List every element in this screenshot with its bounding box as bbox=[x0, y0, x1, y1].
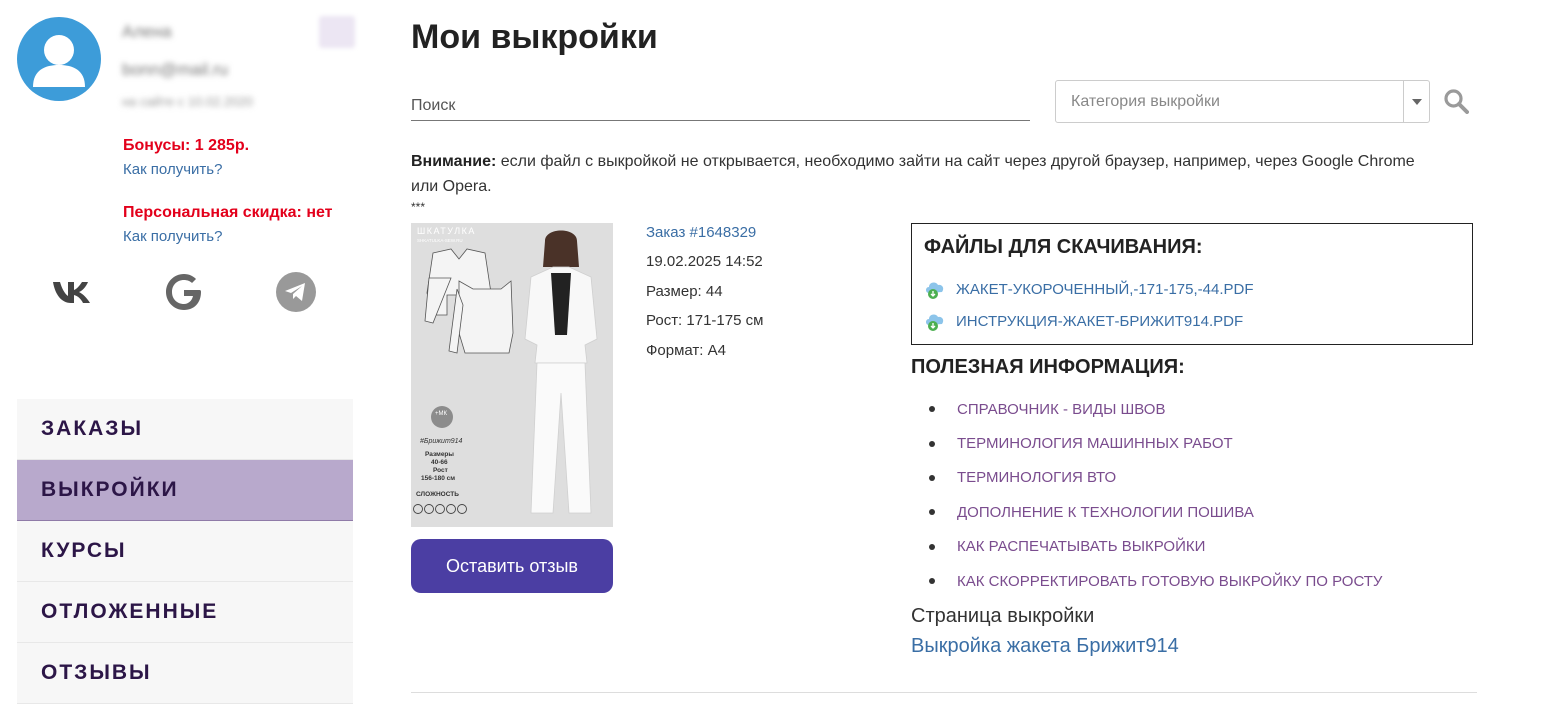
profile-registered: на сайте с 10.02.2020 bbox=[122, 94, 253, 109]
image-sizes: 40-66 bbox=[431, 459, 448, 466]
useful-link[interactable]: КАК СКОРРЕКТИРОВАТЬ ГОТОВУЮ ВЫКРОЙКУ ПО … bbox=[957, 573, 1382, 590]
bonus-how-link[interactable]: Как получить? bbox=[123, 161, 222, 178]
image-height: 156-180 см bbox=[421, 475, 455, 482]
pattern-page-link[interactable]: Выкройка жакета Брижит914 bbox=[911, 635, 1179, 658]
files-title: ФАЙЛЫ ДЛЯ СКАЧИВАНИЯ: bbox=[924, 236, 1203, 258]
list-item: ТЕРМИНОЛОГИЯ ВТО bbox=[911, 461, 1382, 495]
files-box: ФАЙЛЫ ДЛЯ СКАЧИВАНИЯ: ЖАКЕТ-УКОРОЧЕННЫЙ,… bbox=[911, 223, 1473, 345]
pattern-page-label: Страница выкройки bbox=[911, 605, 1095, 627]
image-brand: ШКАТУЛКА bbox=[417, 226, 476, 236]
bullet-icon bbox=[929, 440, 935, 447]
account-nav: ЗАКАЗЫ ВЫКРОЙКИ КУРСЫ ОТЛОЖЕННЫЕ ОТЗЫВЫ bbox=[17, 399, 353, 704]
image-name: #Брижит914 bbox=[420, 438, 463, 445]
browser-notice: Внимание: если файл с выкройкой не откры… bbox=[411, 149, 1441, 199]
nav-item-reviews[interactable]: ОТЗЫВЫ bbox=[17, 643, 353, 704]
leave-review-button[interactable]: Оставить отзыв bbox=[411, 539, 613, 593]
bullet-icon bbox=[929, 509, 935, 516]
category-select[interactable]: Категория выкройки bbox=[1055, 80, 1430, 123]
search-button[interactable] bbox=[1442, 86, 1470, 116]
file-link[interactable]: ЖАКЕТ-УКОРОЧЕННЫЙ,-171-175,-44.PDF bbox=[956, 281, 1254, 298]
cloud-download-icon bbox=[926, 314, 944, 331]
list-item: КАК СКОРРЕКТИРОВАТЬ ГОТОВУЮ ВЫКРОЙКУ ПО … bbox=[911, 564, 1382, 598]
main-content: Мои выкройки Категория выкройки Внимание… bbox=[411, 0, 1481, 706]
useful-link[interactable]: ТЕРМИНОЛОГИЯ МАШИННЫХ РАБОТ bbox=[957, 435, 1233, 452]
useful-title: ПОЛЕЗНАЯ ИНФОРМАЦИЯ: bbox=[911, 356, 1185, 378]
nav-item-courses[interactable]: КУРСЫ bbox=[17, 521, 353, 582]
order-height: Рост: 171-175 см bbox=[646, 312, 764, 329]
pattern-image[interactable]: ШКАТУЛКА SHKATULKA-SEW.RU +МК #Брижит914… bbox=[411, 223, 613, 527]
discount-how-link[interactable]: Как получить? bbox=[123, 228, 222, 245]
image-tag: +МК bbox=[435, 411, 448, 417]
bullet-icon bbox=[929, 543, 935, 550]
bullet-icon bbox=[929, 474, 935, 481]
image-difficulty: СЛОЖНОСТЬ bbox=[416, 491, 459, 498]
nav-item-label: ОТЛОЖЕННЫЕ bbox=[41, 600, 219, 623]
file-link[interactable]: ИНСТРУКЦИЯ-ЖАКЕТ-БРИЖИТ914.PDF bbox=[956, 313, 1243, 330]
search-input[interactable] bbox=[411, 92, 1030, 121]
useful-link[interactable]: КАК РАСПЕЧАТЫВАТЬ ВЫКРОЙКИ bbox=[957, 538, 1205, 555]
google-icon[interactable] bbox=[163, 271, 205, 313]
file-row[interactable]: ИНСТРУКЦИЯ-ЖАКЕТ-БРИЖИТ914.PDF bbox=[924, 305, 1460, 337]
list-item: СПРАВОЧНИК - ВИДЫ ШВОВ bbox=[911, 392, 1382, 426]
search-icon bbox=[1444, 89, 1469, 114]
edit-profile-icon[interactable] bbox=[319, 16, 355, 48]
nav-item-label: ЗАКАЗЫ bbox=[41, 417, 144, 440]
vk-icon[interactable] bbox=[51, 271, 93, 313]
user-avatar-icon bbox=[33, 35, 85, 87]
image-height-label: Рост bbox=[433, 467, 448, 474]
order-format: Формат: А4 bbox=[646, 341, 726, 359]
profile-name: Алена bbox=[122, 22, 172, 41]
cloud-download-icon bbox=[926, 282, 944, 299]
nav-item-orders[interactable]: ЗАКАЗЫ bbox=[17, 399, 353, 460]
bonus-text: Бонусы: 1 285р. bbox=[123, 137, 250, 154]
order-link[interactable]: Заказ #1648329 bbox=[646, 224, 763, 253]
sidebar: Алена bonn@mail.ru на сайте с 10.02.2020… bbox=[17, 0, 355, 706]
bullet-icon bbox=[929, 406, 935, 413]
file-row[interactable]: ЖАКЕТ-УКОРОЧЕННЫЙ,-171-175,-44.PDF bbox=[924, 273, 1460, 305]
list-item: КАК РАСПЕЧАТЫВАТЬ ВЫКРОЙКИ bbox=[911, 530, 1382, 564]
order-date: 19.02.2025 14:52 bbox=[646, 253, 763, 270]
nav-item-patterns[interactable]: ВЫКРОЙКИ bbox=[17, 460, 353, 521]
bullet-icon bbox=[929, 578, 935, 585]
order-size: Размер: 44 bbox=[646, 282, 723, 300]
telegram-icon[interactable] bbox=[275, 271, 317, 313]
useful-link[interactable]: ДОПОЛНЕНИЕ К ТЕХНОЛОГИИ ПОШИВА bbox=[957, 504, 1254, 521]
order-info: Заказ #1648329 19.02.2025 14:52 Размер: … bbox=[646, 224, 763, 371]
profile-email: bonn@mail.ru bbox=[122, 60, 229, 79]
notice-label: Внимание: bbox=[411, 153, 497, 170]
avatar[interactable] bbox=[17, 17, 101, 101]
discount-text: Персональная скидка: нет bbox=[123, 204, 333, 221]
chevron-down-icon[interactable] bbox=[1403, 81, 1429, 122]
useful-link[interactable]: ТЕРМИНОЛОГИЯ ВТО bbox=[957, 469, 1116, 486]
list-item: ДОПОЛНЕНИЕ К ТЕХНОЛОГИИ ПОШИВА bbox=[911, 495, 1382, 529]
page-title: Мои выкройки bbox=[411, 18, 658, 56]
separator-stars: *** bbox=[411, 200, 426, 214]
nav-item-label: ОТЗЫВЫ bbox=[41, 661, 152, 684]
nav-item-label: ВЫКРОЙКИ bbox=[41, 478, 179, 501]
image-site: SHKATULKA-SEW.RU bbox=[417, 238, 463, 243]
nav-item-label: КУРСЫ bbox=[41, 539, 127, 562]
category-placeholder: Категория выкройки bbox=[1071, 92, 1220, 110]
notice-text: если файл с выкройкой не открывается, не… bbox=[411, 153, 1415, 195]
list-item: ТЕРМИНОЛОГИЯ МАШИННЫХ РАБОТ bbox=[911, 426, 1382, 460]
useful-list: СПРАВОЧНИК - ВИДЫ ШВОВ ТЕРМИНОЛОГИЯ МАШИ… bbox=[911, 392, 1382, 598]
divider bbox=[411, 692, 1477, 693]
image-sizes-label: Размеры bbox=[425, 451, 454, 458]
useful-link[interactable]: СПРАВОЧНИК - ВИДЫ ШВОВ bbox=[957, 401, 1165, 418]
nav-item-saved[interactable]: ОТЛОЖЕННЫЕ bbox=[17, 582, 353, 643]
